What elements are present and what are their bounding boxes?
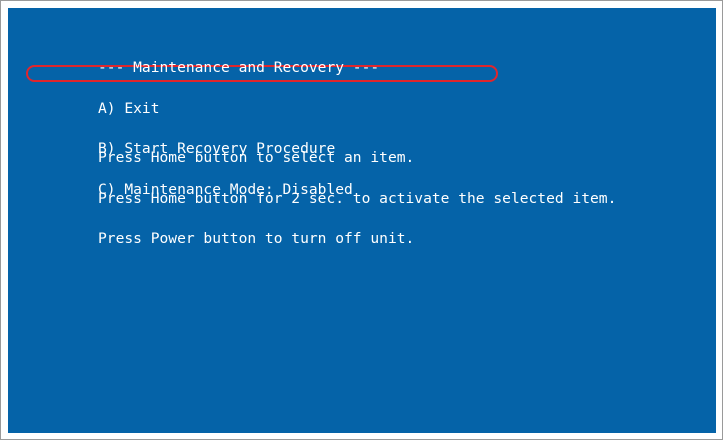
- instructions-block: Press Home button to select an item. Pre…: [98, 124, 616, 273]
- instruction-select: Press Home button to select an item.: [98, 149, 415, 166]
- menu-title: --- Maintenance and Recovery ---: [98, 59, 380, 76]
- instruction-power-off: Press Power button to turn off unit.: [98, 230, 415, 247]
- recovery-console-screen: --- Maintenance and Recovery --- A) Exit…: [8, 8, 716, 433]
- menu-item-exit[interactable]: A) Exit: [98, 101, 379, 115]
- screenshot-frame: --- Maintenance and Recovery --- A) Exit…: [0, 0, 723, 440]
- instruction-activate: Press Home button for 2 sec. to activate…: [98, 189, 617, 207]
